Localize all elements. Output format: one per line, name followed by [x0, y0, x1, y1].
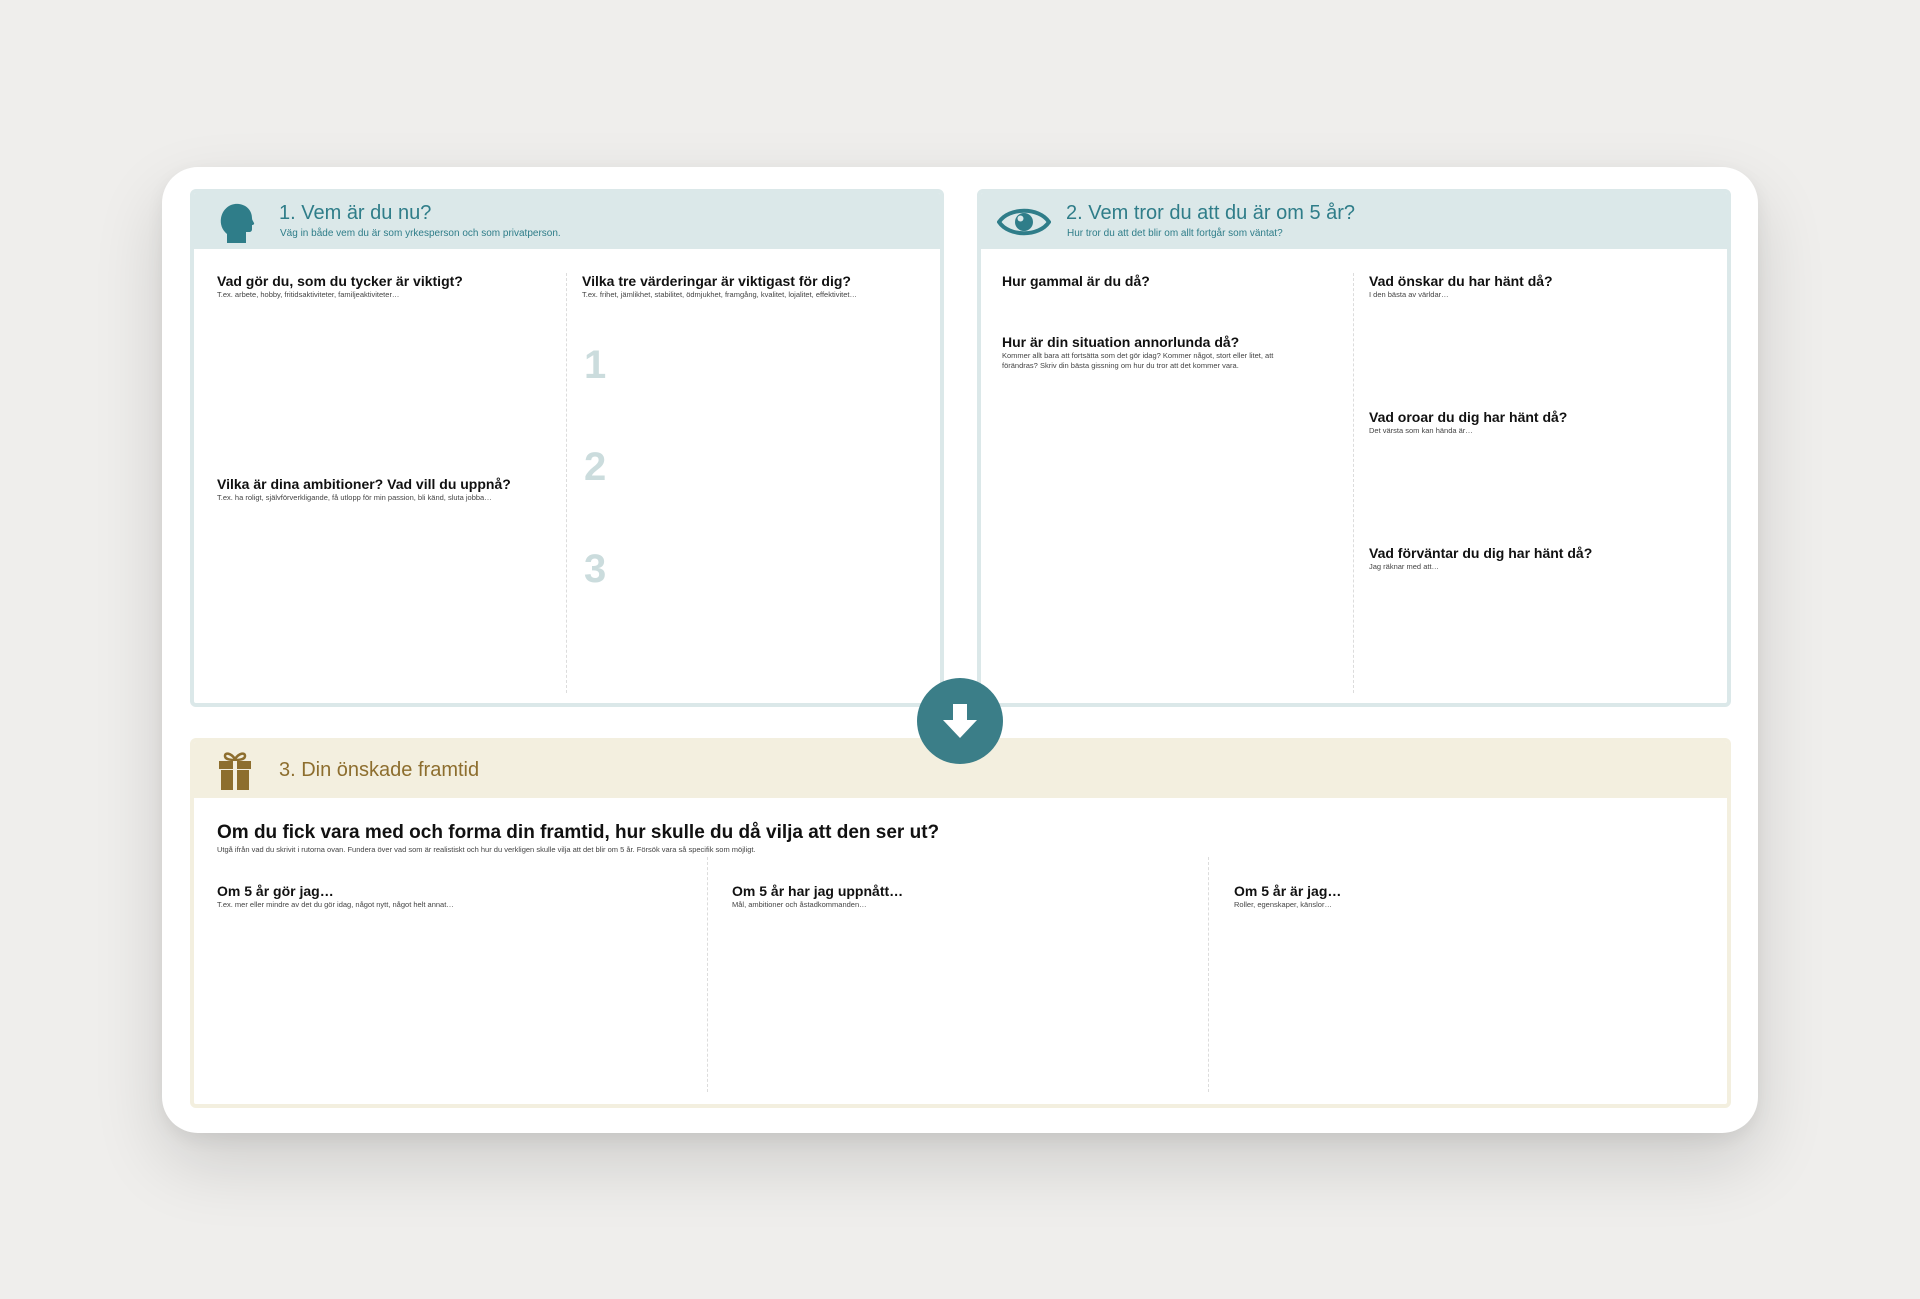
panel-header: 1. Vem är du nu? Väg in både vem du är s… — [194, 193, 940, 249]
question-hint: I den bästa av världar… — [1369, 290, 1449, 299]
arrow-down-button — [917, 678, 1003, 764]
panel-desired-future: 3. Din önskade framtid Om du fick vara m… — [190, 738, 1731, 1108]
question-hint: Det värsta som kan hända är… — [1369, 426, 1473, 435]
question-label: Vad önskar du har hänt då? — [1369, 273, 1553, 289]
section-title: 3. Din önskade framtid — [279, 759, 480, 781]
column-divider — [1353, 273, 1354, 693]
question-hint: Kommer allt bara att fortsätta som det g… — [1002, 351, 1274, 371]
gift-icon — [219, 752, 251, 790]
question-label: Om 5 år har jag uppnått… — [732, 883, 904, 899]
section-title: 2. Vem tror du att du är om 5 år? — [1066, 202, 1356, 224]
question-label: Om 5 år är jag… — [1234, 883, 1342, 899]
section-subtitle: Hur tror du att det blir om allt fortgår… — [1067, 228, 1283, 239]
value-number: 2 — [584, 445, 607, 489]
question-label: Vad förväntar du dig har hänt då? — [1369, 545, 1593, 561]
question-hint: T.ex. mer eller mindre av det du gör ida… — [217, 900, 454, 909]
question-hint: Jag räknar med att… — [1369, 562, 1440, 571]
question-hint: T.ex. arbete, hobby, fritidsaktiviteter,… — [217, 290, 400, 299]
question-label: Vilka är dina ambitioner? Vad vill du up… — [217, 476, 511, 492]
question-label: Vad gör du, som du tycker är viktigt? — [217, 273, 463, 289]
value-number: 3 — [584, 547, 607, 591]
panel-who-in-5-years: 2. Vem tror du att du är om 5 år? Hur tr… — [977, 189, 1731, 707]
column-divider — [1208, 857, 1209, 1092]
question-label: Vad oroar du dig har hänt då? — [1369, 409, 1568, 425]
eye-icon — [997, 208, 1051, 236]
worksheet-card: 1. Vem är du nu? Väg in både vem du är s… — [162, 167, 1758, 1133]
question-label: Om 5 år gör jag… — [217, 883, 334, 899]
column-divider — [707, 857, 708, 1092]
question-hint: Utgå ifrån vad du skrivit i rutorna ovan… — [217, 845, 756, 854]
panel-header: 2. Vem tror du att du är om 5 år? Hur tr… — [981, 193, 1727, 249]
panel-who-are-you-now: 1. Vem är du nu? Väg in både vem du är s… — [190, 189, 944, 707]
arrow-down-icon — [943, 704, 977, 738]
question-label: Hur är din situation annorlunda då? — [1002, 334, 1240, 350]
question-label: Vilka tre värderingar är viktigast för d… — [582, 273, 851, 289]
section-title: 1. Vem är du nu? — [279, 202, 432, 224]
question-hint: T.ex. frihet, jämlikhet, stabilitet, ödm… — [582, 290, 857, 299]
section-subtitle: Väg in både vem du är som yrkesperson oc… — [280, 228, 561, 239]
head-silhouette-icon — [220, 203, 255, 243]
question-label: Hur gammal är du då? — [1002, 273, 1150, 289]
question-hint: Mål, ambitioner och åstadkommanden… — [732, 900, 867, 909]
value-number: 1 — [584, 343, 607, 387]
question-hint: T.ex. ha roligt, självförverkligande, få… — [217, 493, 492, 502]
question-hint: Roller, egenskaper, känslor… — [1234, 900, 1332, 909]
column-divider — [566, 273, 567, 693]
main-question: Om du fick vara med och forma din framti… — [217, 822, 940, 843]
